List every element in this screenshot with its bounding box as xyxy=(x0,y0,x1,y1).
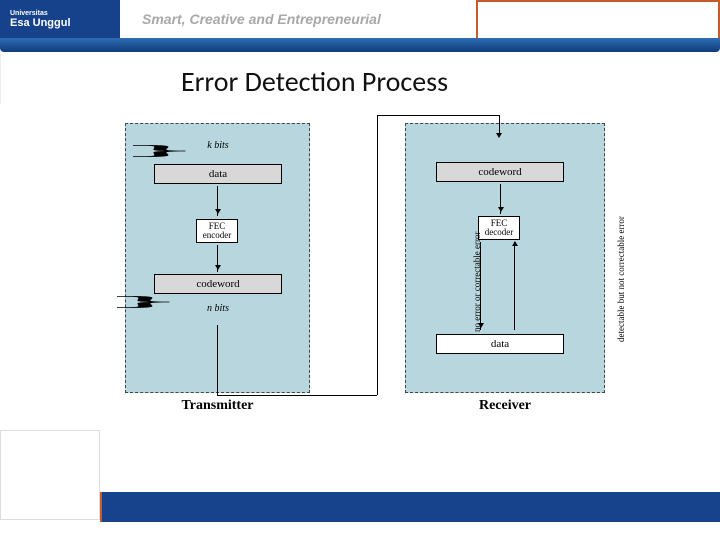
receiver-label: Receiver xyxy=(406,398,604,414)
rx-data-box: data xyxy=(436,334,564,354)
k-bits-brace: k bits ︷ xyxy=(154,139,282,151)
header-band xyxy=(0,38,720,52)
receiver-panel: codeword FEC decoder no error or correct… xyxy=(405,123,605,393)
rx-caption-detectable: detectable but not correctable error xyxy=(616,232,626,342)
footer-band xyxy=(100,492,720,522)
fec-encoder-box: FEC encoder xyxy=(196,219,238,243)
title-zone: Error Detection Process xyxy=(0,54,720,104)
diagram: k bits ︷ data FEC encoder codeword ︸ n b… xyxy=(95,115,635,435)
header: Universitas Esa Unggul Smart, Creative a… xyxy=(0,0,720,38)
arrow-rx-1 xyxy=(500,184,501,214)
footer xyxy=(0,480,720,540)
page-title: Error Detection Process xyxy=(181,64,720,99)
tx-data-box: data xyxy=(154,164,282,184)
arrow-tx-1 xyxy=(217,186,218,216)
logo-uni-small: Universitas xyxy=(10,10,71,17)
arrow-tx-2 xyxy=(217,245,218,272)
arrow-rx-right xyxy=(514,242,515,330)
header-right: Smart, Creative and Entrepreneurial xyxy=(120,0,720,38)
footer-side-panel xyxy=(0,430,100,520)
rx-caption-no-error: no error or correctable error xyxy=(472,242,482,332)
logo-uni: Esa Unggul xyxy=(10,17,71,29)
rx-codeword-box: codeword xyxy=(436,162,564,182)
tx-codeword-box: codeword xyxy=(154,274,282,294)
fec-decoder-box: FEC decoder xyxy=(478,216,520,240)
tagline: Smart, Creative and Entrepreneurial xyxy=(142,11,381,27)
n-bits-brace: ︸ n bits xyxy=(154,302,282,314)
transmitter-label: Transmitter xyxy=(126,398,309,414)
logo: Universitas Esa Unggul xyxy=(0,0,120,38)
